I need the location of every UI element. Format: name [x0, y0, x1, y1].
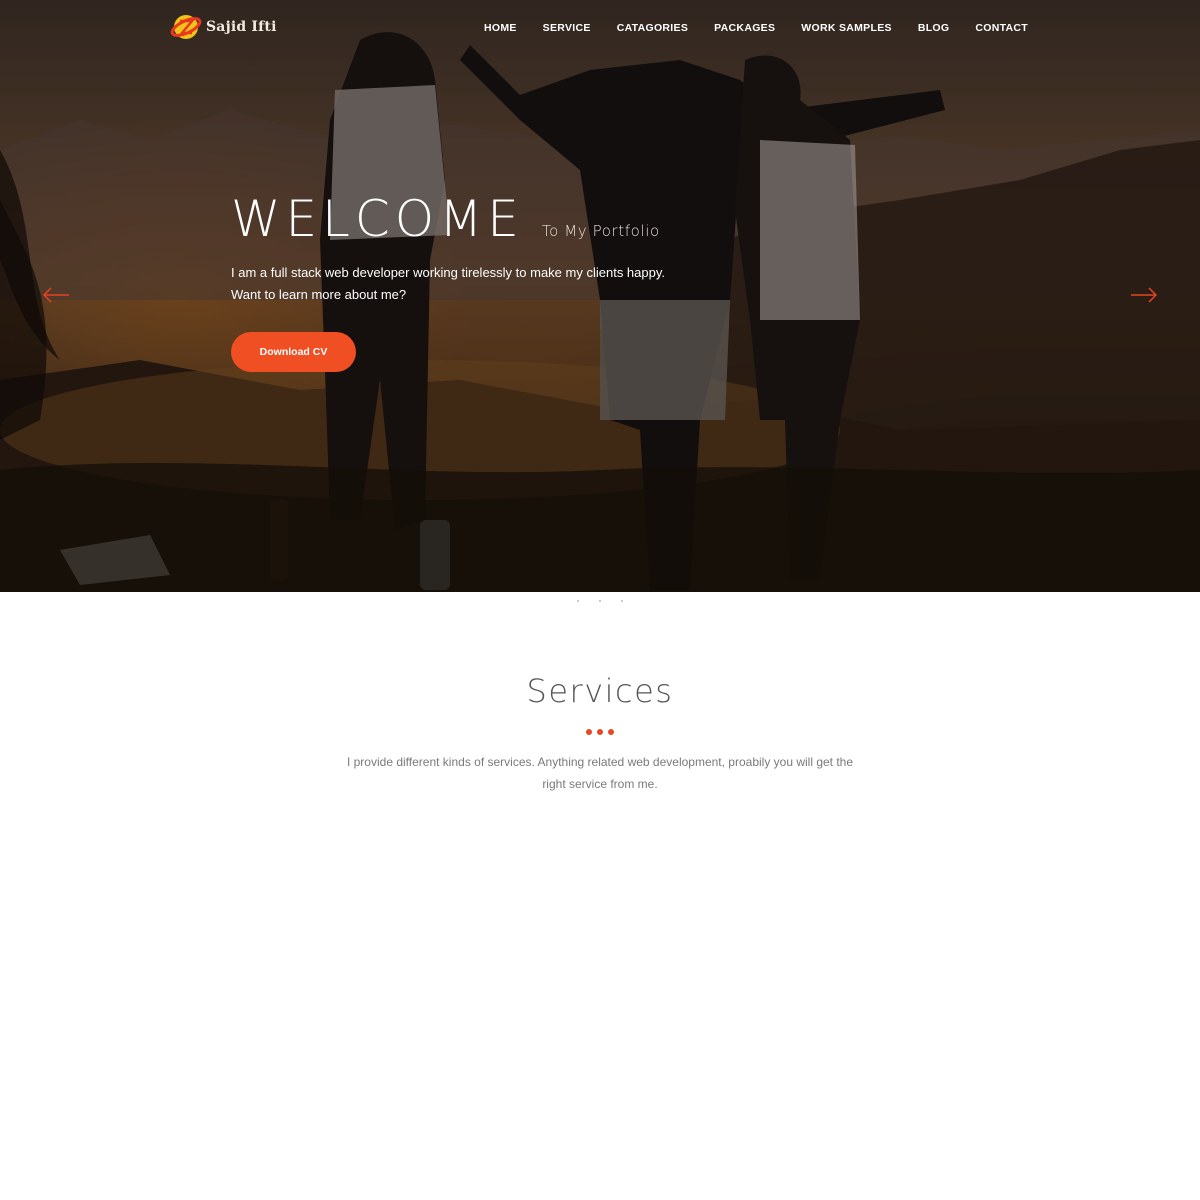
arrow-left-icon[interactable]: [42, 286, 70, 304]
hero-intro-line-2: Want to learn more about me?: [231, 287, 407, 302]
slider-dot[interactable]: [577, 600, 579, 602]
brand-name: Sajid Ifti: [206, 19, 277, 35]
hero-subtitle: To My Portfolio: [541, 222, 660, 240]
slider-dot[interactable]: [599, 600, 601, 602]
hero-intro-line-1: I am a full stack web developer working …: [231, 265, 665, 280]
hero-intro: I am a full stack web developer working …: [231, 262, 691, 306]
nav-item-contact[interactable]: CONTACT: [975, 22, 1028, 34]
nav-item-work-samples[interactable]: WORK SAMPLES: [801, 22, 892, 34]
slider-dots: [0, 600, 1200, 602]
divider-dot: [597, 729, 603, 735]
download-cv-button[interactable]: Download CV: [231, 332, 356, 372]
services-title: Services: [526, 672, 674, 710]
arrow-right-icon[interactable]: [1130, 286, 1158, 304]
nav-item-home[interactable]: HOME: [484, 22, 517, 34]
hero-slider: Sajid Ifti HOME SERVICE CATAGORIES PACKA…: [0, 0, 1200, 592]
services-divider: [0, 729, 1200, 735]
nav-item-packages[interactable]: PACKAGES: [714, 22, 775, 34]
nav-item-service[interactable]: SERVICE: [543, 22, 591, 34]
hero-title: WELCOME: [231, 190, 524, 248]
slider-dot[interactable]: [621, 600, 623, 602]
nav-item-blog[interactable]: BLOG: [918, 22, 950, 34]
nav-item-categories[interactable]: CATAGORIES: [617, 22, 688, 34]
site-logo[interactable]: Sajid Ifti: [170, 12, 277, 42]
main-nav: HOME SERVICE CATAGORIES PACKAGES WORK SA…: [458, 22, 1028, 34]
logo-icon: [170, 15, 202, 39]
divider-dot: [586, 729, 592, 735]
services-description: I provide different kinds of services. A…: [346, 755, 854, 791]
hero-heading: WELCOME To My Portfolio: [231, 190, 660, 248]
divider-dot: [608, 729, 614, 735]
